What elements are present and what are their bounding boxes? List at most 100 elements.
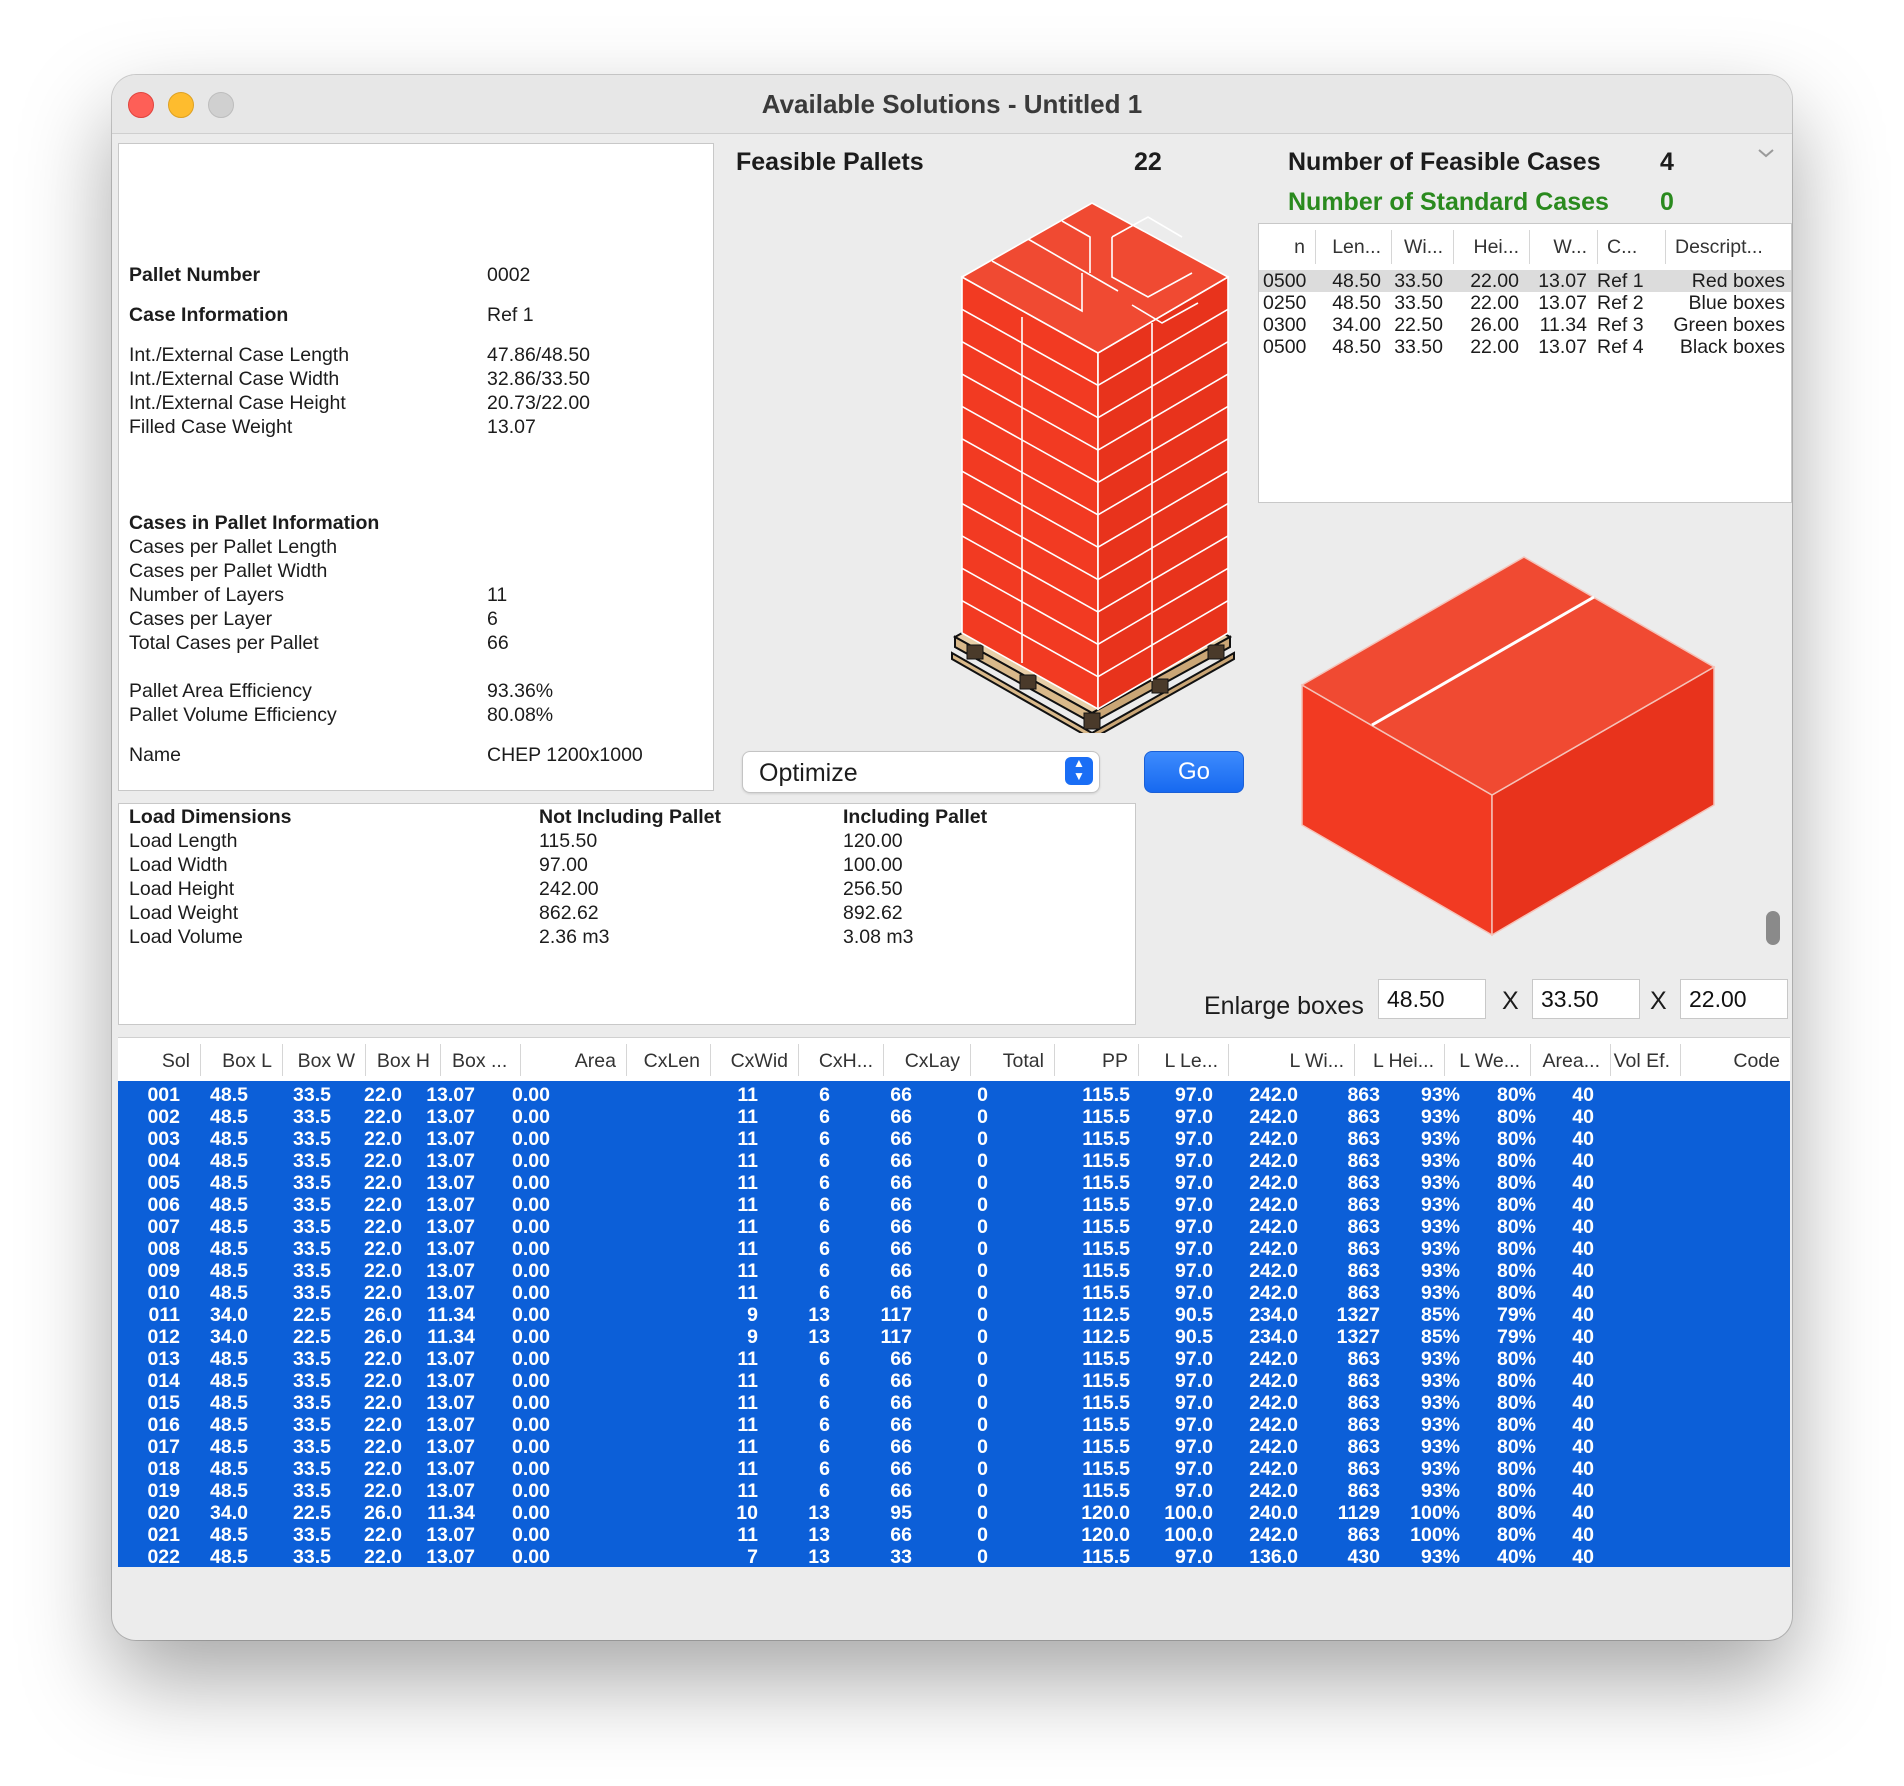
solutions-column-header[interactable]: Total	[970, 1050, 1044, 1073]
solution-cell: 90.5	[1175, 1326, 1213, 1348]
solution-row[interactable]: 003 48.5 33.5 22.0 13.07 0.00 11 6 66 0 115.5 97.0 2…	[118, 1127, 1790, 1150]
solution-cell: 863	[1347, 1392, 1380, 1414]
available-solutions-window: Available Solutions - Untitled 1 Pallet …	[112, 75, 1792, 1640]
solutions-column-header[interactable]: Box H	[365, 1050, 430, 1073]
solution-cell: 0.00	[512, 1194, 550, 1216]
efficiency-value: 93.36%	[487, 680, 554, 702]
preview-scroll-thumb[interactable]	[1766, 911, 1780, 945]
column-divider	[710, 1044, 711, 1076]
solutions-column-header[interactable]: CxH...	[798, 1050, 873, 1073]
solutions-column-header[interactable]: L Hei...	[1354, 1050, 1434, 1073]
cases-column-header[interactable]: n	[1259, 236, 1305, 259]
solutions-column-header[interactable]: Vol Ef.	[1610, 1050, 1670, 1073]
solution-cell: 100.0	[1164, 1502, 1213, 1524]
solution-cell: 97.0	[1175, 1436, 1213, 1458]
solution-row[interactable]: 019 48.5 33.5 22.0 13.07 0.00 11 6 66 0 115.5 97.0 2…	[118, 1479, 1790, 1502]
solution-cell: 136.0	[1249, 1546, 1298, 1568]
cases-table-row[interactable]: 0300 34.00 22.50 26.00 11.34 Ref 3 Green boxes	[1259, 314, 1791, 336]
solution-cell: 6	[819, 1348, 830, 1370]
feasible-cases-table[interactable]: n Len... Wi... Hei... W... C... Descript... 050…	[1258, 223, 1792, 503]
solution-cell: 0.00	[512, 1260, 550, 1282]
solution-row[interactable]: 012 34.0 22.5 26.0 11.34 0.00 9 13 117 0 112.5 90.5…	[118, 1325, 1790, 1348]
column-divider	[1391, 230, 1392, 264]
solution-cell: 13	[808, 1524, 830, 1546]
load-cell: 100.00	[843, 854, 903, 876]
solution-cell: 863	[1347, 1480, 1380, 1502]
cases-column-header[interactable]: W...	[1529, 236, 1587, 259]
cases-cell: 33.50	[1394, 336, 1443, 358]
solutions-column-header[interactable]: L We...	[1444, 1050, 1520, 1073]
solution-row[interactable]: 021 48.5 33.5 22.0 13.07 0.00 11 13 66 0 120.0 100.…	[118, 1523, 1790, 1546]
preview-scrollbar[interactable]	[1756, 525, 1778, 945]
solutions-column-header[interactable]: Box ...	[440, 1050, 522, 1073]
solution-row[interactable]: 005 48.5 33.5 22.0 13.07 0.00 11 6 66 0 115.5 97.0 2…	[118, 1171, 1790, 1194]
solutions-column-header[interactable]: CxLen	[626, 1050, 700, 1073]
chevron-down-icon[interactable]	[1756, 143, 1776, 163]
solutions-column-header[interactable]: L Wi...	[1228, 1050, 1344, 1073]
solutions-column-header[interactable]: Code	[1680, 1050, 1780, 1073]
solutions-table-body[interactable]: 001 48.5 33.5 22.0 13.07 0.00 11 6 66 0 115.5 97.0 2…	[118, 1081, 1790, 1568]
solution-row[interactable]: 015 48.5 33.5 22.0 13.07 0.00 11 6 66 0 115.5 97.0 2…	[118, 1391, 1790, 1414]
go-button[interactable]: Go	[1144, 751, 1244, 793]
cases-column-header[interactable]: Len...	[1315, 236, 1381, 259]
solution-cell: 40	[1572, 1084, 1594, 1106]
case-info-value: Ref 1	[487, 304, 534, 326]
solution-cell: 112.5	[1082, 1326, 1130, 1348]
cases-column-header[interactable]: Descript...	[1675, 236, 1763, 259]
cases-table-row[interactable]: 0250 48.50 33.50 22.00 13.07 Ref 2 Blue boxes	[1259, 292, 1791, 314]
solution-row[interactable]: 007 48.5 33.5 22.0 13.07 0.00 11 6 66 0 115.5 97.0 2…	[118, 1215, 1790, 1238]
solutions-column-header[interactable]: L Le...	[1138, 1050, 1218, 1073]
solution-cell: 863	[1347, 1282, 1380, 1304]
solutions-column-header[interactable]: Box W	[282, 1050, 355, 1073]
cases-table-row[interactable]: 0500 48.50 33.50 22.00 13.07 Ref 4 Black boxes	[1259, 336, 1791, 358]
solution-cell: 6	[819, 1436, 830, 1458]
cases-column-header[interactable]: Wi...	[1391, 236, 1443, 259]
cases-column-header[interactable]: C...	[1607, 236, 1637, 259]
pallet-name-label: Name	[129, 744, 182, 766]
solution-cell: 13	[808, 1304, 830, 1326]
solutions-column-header[interactable]: CxWid	[710, 1050, 788, 1073]
solutions-column-header[interactable]: Area	[520, 1050, 616, 1073]
solution-row[interactable]: 014 48.5 33.5 22.0 13.07 0.00 11 6 66 0 115.5 97.0 2…	[118, 1369, 1790, 1392]
column-divider	[1530, 1044, 1531, 1076]
solution-cell: 242.0	[1249, 1436, 1298, 1458]
solution-row[interactable]: 010 48.5 33.5 22.0 13.07 0.00 11 6 66 0 115.5 97.0 2…	[118, 1281, 1790, 1304]
solution-row[interactable]: 011 34.0 22.5 26.0 11.34 0.00 9 13 117 0 112.5 90.5…	[118, 1303, 1790, 1326]
enlarge-width-input[interactable]	[1532, 979, 1640, 1019]
solution-cell: 6	[819, 1128, 830, 1150]
enlarge-boxes-label: Enlarge boxes	[1204, 992, 1364, 1020]
solutions-column-header[interactable]: Sol	[118, 1050, 190, 1073]
solutions-column-header[interactable]: Box L	[200, 1050, 272, 1073]
solution-cell: 0	[977, 1216, 988, 1238]
solution-row[interactable]: 002 48.5 33.5 22.0 13.07 0.00 11 6 66 0 115.5 97.0 2…	[118, 1105, 1790, 1128]
solution-row[interactable]: 006 48.5 33.5 22.0 13.07 0.00 11 6 66 0 115.5 97.0 2…	[118, 1193, 1790, 1216]
cases-column-header[interactable]: Hei...	[1453, 236, 1519, 259]
enlarge-height-input[interactable]	[1680, 979, 1788, 1019]
case-dimension-value: 13.07	[487, 416, 536, 438]
solution-row[interactable]: 018 48.5 33.5 22.0 13.07 0.00 11 6 66 0 115.5 97.0 2…	[118, 1457, 1790, 1480]
solution-cell: 242.0	[1249, 1106, 1298, 1128]
cases-table-row[interactable]: 0500 48.50 33.50 22.00 13.07 Ref 1 Red boxes	[1259, 270, 1791, 292]
column-divider	[1315, 230, 1316, 264]
solution-row[interactable]: 009 48.5 33.5 22.0 13.07 0.00 11 6 66 0 115.5 97.0 2…	[118, 1259, 1790, 1282]
solution-row[interactable]: 022 48.5 33.5 22.0 13.07 0.00 7 13 33 0 115.5 97.0 1…	[118, 1545, 1790, 1568]
solution-row[interactable]: 020 34.0 22.5 26.0 11.34 0.00 10 13 95 0 120.0 100.…	[118, 1501, 1790, 1524]
solution-cell: 120.0	[1081, 1502, 1130, 1524]
solutions-column-header[interactable]: PP	[1054, 1050, 1128, 1073]
solution-row[interactable]: 013 48.5 33.5 22.0 13.07 0.00 11 6 66 0 115.5 97.0 2…	[118, 1347, 1790, 1370]
solution-row[interactable]: 008 48.5 33.5 22.0 13.07 0.00 11 6 66 0 115.5 97.0 2…	[118, 1237, 1790, 1260]
solution-cell: 6	[819, 1238, 830, 1260]
optimize-select[interactable]: Optimize ▲ ▼	[742, 751, 1100, 793]
solutions-column-header[interactable]: Area...	[1530, 1050, 1600, 1073]
column-divider	[970, 1044, 971, 1076]
solution-cell: 40	[1572, 1194, 1594, 1216]
solutions-column-header[interactable]: CxLay	[883, 1050, 960, 1073]
cases-cell: 48.50	[1332, 336, 1381, 358]
solution-cell: 0	[977, 1238, 988, 1260]
solution-row[interactable]: 001 48.5 33.5 22.0 13.07 0.00 11 6 66 0 115.5 97.0 2…	[118, 1083, 1790, 1106]
solution-row[interactable]: 016 48.5 33.5 22.0 13.07 0.00 11 6 66 0 115.5 97.0 2…	[118, 1413, 1790, 1436]
solution-row[interactable]: 017 48.5 33.5 22.0 13.07 0.00 11 6 66 0 115.5 97.0 2…	[118, 1435, 1790, 1458]
enlarge-length-input[interactable]	[1378, 979, 1486, 1019]
solution-cell: 863	[1347, 1238, 1380, 1260]
solution-row[interactable]: 004 48.5 33.5 22.0 13.07 0.00 11 6 66 0 115.5 97.0 2…	[118, 1149, 1790, 1172]
